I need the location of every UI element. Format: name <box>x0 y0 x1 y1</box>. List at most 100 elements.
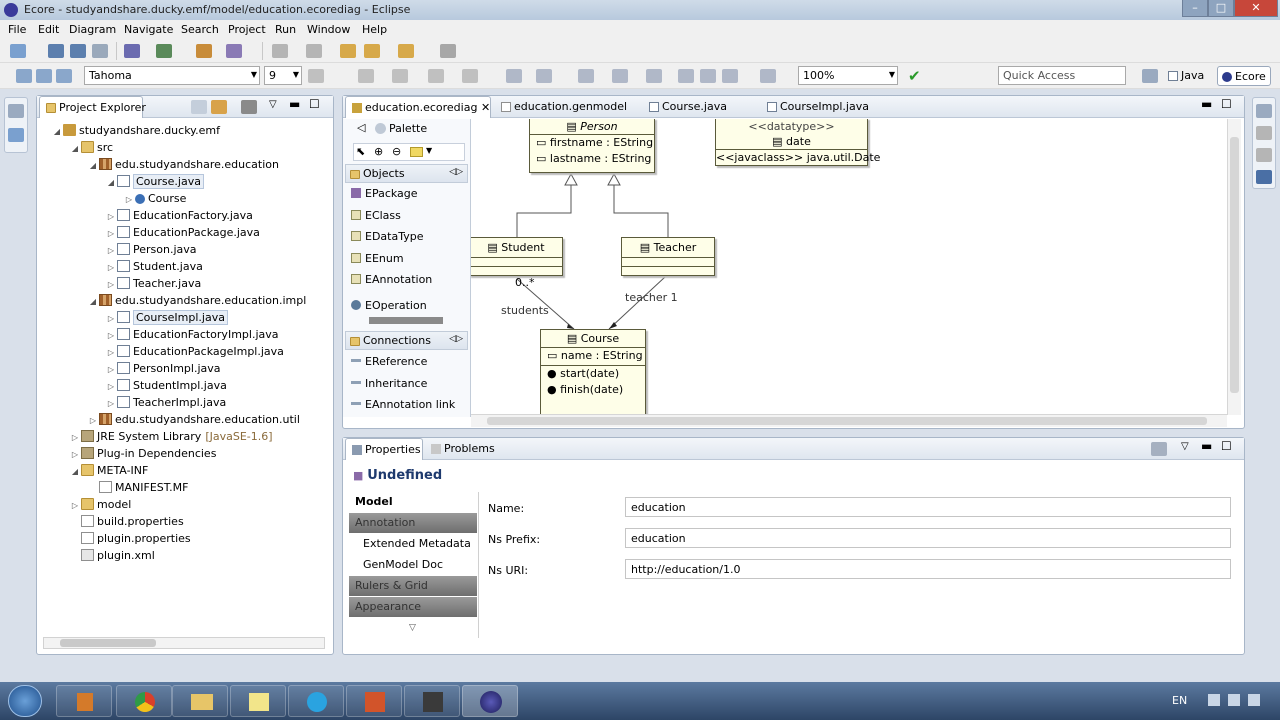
align-icon[interactable] <box>578 69 594 83</box>
outline-icon[interactable] <box>8 128 24 142</box>
course-attr-name[interactable]: ▭ name : EString <box>541 348 645 366</box>
chevron-down-icon[interactable]: ▽ <box>269 99 277 110</box>
menu-search[interactable]: Search <box>181 23 219 36</box>
collapse-all-icon[interactable] <box>191 100 207 114</box>
menu-diagram[interactable]: Diagram <box>69 23 116 36</box>
person-class-box[interactable]: ▤ Person ▭ firstname : EString ▭ lastnam… <box>529 119 655 173</box>
expand-icon[interactable]: ▷ <box>105 344 117 361</box>
save-icon[interactable] <box>48 44 64 58</box>
category-appearance[interactable]: Appearance <box>349 597 477 617</box>
arrange-up-icon[interactable] <box>36 69 52 83</box>
expand-icon[interactable]: ▷ <box>123 191 135 208</box>
tree-item[interactable]: ▷ EducationPackageImpl.java <box>105 343 284 360</box>
maximize-view-icon[interactable]: ☐ <box>309 97 320 111</box>
tab-properties[interactable]: Properties <box>345 438 423 460</box>
select-all-icon[interactable] <box>16 69 32 83</box>
new-package-icon[interactable] <box>226 44 242 58</box>
horizontal-scrollbar[interactable] <box>43 637 325 649</box>
minimize-view-icon[interactable]: ▬ <box>289 97 300 111</box>
tree-item[interactable]: ▷ edu.studyandshare.education.util <box>87 411 300 428</box>
tree-item[interactable]: build.properties <box>69 513 184 530</box>
category-extended-metadata[interactable]: Extended Metadata <box>349 534 477 554</box>
expand-icon[interactable]: ▷ <box>69 429 81 446</box>
note-icon[interactable] <box>410 147 423 157</box>
palette-objects-drawer[interactable]: Objects ◁▷ <box>345 164 468 183</box>
back-icon[interactable] <box>364 44 380 58</box>
tree-item[interactable]: ◢ META-INF <box>69 462 148 479</box>
ecore-perspective-button[interactable]: Ecore <box>1217 66 1271 86</box>
line-color-icon[interactable] <box>428 69 444 83</box>
vertical-scrollbar[interactable] <box>1227 119 1241 415</box>
expand-icon[interactable]: ▷ <box>105 310 117 327</box>
minimize-editor-icon[interactable]: ▬ <box>1201 97 1212 111</box>
zoom-combo[interactable]: 100% ▼ <box>798 66 898 85</box>
tab-project-explorer[interactable]: Project Explorer <box>39 96 146 118</box>
tasks-view-icon[interactable] <box>1256 148 1272 162</box>
new-icon[interactable] <box>10 44 26 58</box>
chevron-down-icon[interactable]: ▽ <box>1181 441 1189 452</box>
collapse-icon[interactable]: ◢ <box>87 293 99 310</box>
menu-edit[interactable]: Edit <box>38 23 59 36</box>
flag-icon[interactable] <box>1208 694 1220 706</box>
language-indicator[interactable]: EN <box>1172 694 1187 707</box>
person-attr-firstname[interactable]: ▭ firstname : EString <box>530 135 654 151</box>
course-class-box[interactable]: ▤ Course ▭ name : EString ● start(date) … <box>540 329 646 415</box>
tree-item[interactable]: ▷ EducationPackage.java <box>105 224 260 241</box>
restore-icon[interactable] <box>8 104 24 118</box>
tab-education-genmodel[interactable]: education.genmodel <box>495 96 633 118</box>
palette-eannotation-link[interactable]: EAnnotation link <box>351 398 455 411</box>
maximize-button[interactable]: □ <box>1208 0 1234 17</box>
close-tab-icon[interactable]: ✕ <box>481 101 490 114</box>
teacher-class-box[interactable]: ▤ Teacher <box>621 237 715 276</box>
save-all-icon[interactable] <box>70 44 86 58</box>
expand-icon[interactable]: ▷ <box>105 361 117 378</box>
tab-course-java[interactable]: Course.java <box>643 96 733 118</box>
start-button[interactable] <box>8 685 42 717</box>
tree-item[interactable]: ▷ Person.java <box>105 241 197 258</box>
tree-item[interactable]: ▷ CourseImpl.java <box>105 309 228 326</box>
collapse-icon[interactable]: ◢ <box>69 140 81 157</box>
tree-item[interactable]: ▷ EducationFactoryImpl.java <box>105 326 279 343</box>
palette-ereference[interactable]: EReference <box>351 355 427 368</box>
restore-icon[interactable] <box>1256 104 1272 118</box>
tree-item[interactable]: plugin.xml <box>69 547 155 564</box>
menu-window[interactable]: Window <box>307 23 350 36</box>
expand-icon[interactable]: ▷ <box>105 395 117 412</box>
palette-epackage[interactable]: EPackage <box>351 187 418 200</box>
select-tool-icon[interactable]: ⬉ <box>356 145 365 158</box>
expand-icon[interactable]: ▷ <box>105 276 117 293</box>
scrollbar-thumb[interactable] <box>487 417 1207 425</box>
collapse-icon[interactable]: ◢ <box>105 174 117 191</box>
check-icon[interactable]: ✔ <box>908 67 921 85</box>
expand-icon[interactable]: ▷ <box>105 378 117 395</box>
maximize-editor-icon[interactable]: ☐ <box>1221 97 1232 111</box>
volume-icon[interactable] <box>1248 694 1260 706</box>
taskbar-notes[interactable] <box>230 685 286 717</box>
student-class-box[interactable]: ▤ Student <box>471 237 563 276</box>
menu-project[interactable]: Project <box>228 23 266 36</box>
ns-uri-field[interactable]: http://education/1.0 <box>625 559 1231 579</box>
pin-view-icon[interactable] <box>1151 442 1167 456</box>
palette-connections-drawer[interactable]: Connections ◁▷ <box>345 331 468 350</box>
select-icon[interactable] <box>536 69 552 83</box>
line-style-icon[interactable] <box>462 69 478 83</box>
tree-item[interactable]: ▷ TeacherImpl.java <box>105 394 226 411</box>
expand-icon[interactable]: ▷ <box>105 225 117 242</box>
collapse-icon[interactable]: ◢ <box>69 463 81 480</box>
palette-eenum[interactable]: EEnum <box>351 252 404 265</box>
taskbar-explorer[interactable] <box>172 685 228 717</box>
tree-item[interactable]: ◢ Course.java <box>105 173 204 190</box>
close-button[interactable]: ✕ <box>1234 0 1278 17</box>
tree-item[interactable]: ▷ JRE System Library [JavaSE-1.6] <box>69 428 273 445</box>
tree-item[interactable]: ◢ edu.studyandshare.education <box>87 156 279 173</box>
pin-icon[interactable] <box>440 44 456 58</box>
category-genmodel-doc[interactable]: GenModel Doc <box>349 555 477 575</box>
tab-courseimpl-java[interactable]: CourseImpl.java <box>761 96 875 118</box>
new-java-project-icon[interactable] <box>196 44 212 58</box>
taskbar-app[interactable] <box>404 685 460 717</box>
font-combo[interactable]: Tahoma ▼ <box>84 66 260 85</box>
palette-edatatype[interactable]: EDataType <box>351 230 423 243</box>
ns-prefix-field[interactable]: education <box>625 528 1231 548</box>
open-perspective-icon[interactable] <box>1142 69 1158 83</box>
tree-item[interactable]: ▷ EducationFactory.java <box>105 207 253 224</box>
